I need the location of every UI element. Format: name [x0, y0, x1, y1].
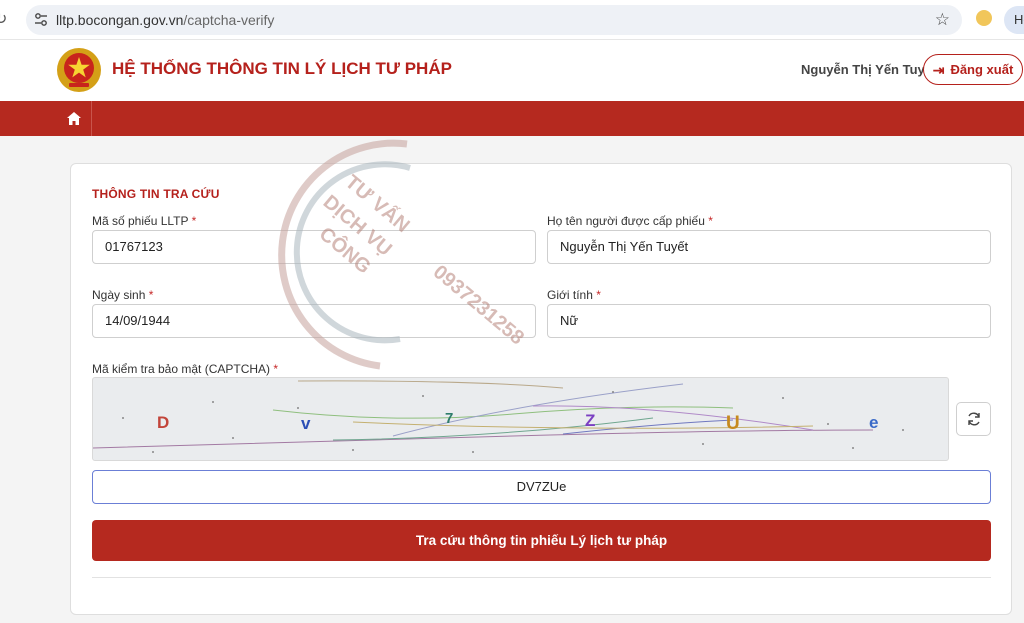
dob-label: Ngày sinh * [92, 288, 154, 302]
gender-select[interactable]: Nữ [547, 304, 991, 338]
logout-label: Đăng xuất [950, 62, 1014, 77]
lookup-form-card: THÔNG TIN TRA CỨU Mã số phiếu LLTP * 017… [70, 163, 1012, 615]
site-settings-icon[interactable] [34, 12, 48, 28]
site-title: HỆ THỐNG THÔNG TIN LÝ LỊCH TƯ PHÁP [112, 59, 452, 78]
captcha-char: D [157, 413, 169, 432]
captcha-image: D v 7 Z U e [92, 377, 949, 461]
captcha-char: U [726, 413, 740, 434]
profile-chip[interactable]: Ho [1004, 6, 1024, 34]
url-text[interactable]: lltp.bocongan.gov.vn/captcha-verify [56, 12, 274, 28]
nav-home[interactable] [57, 101, 92, 136]
section-title: THÔNG TIN TRA CỨU [92, 187, 220, 201]
address-bar[interactable]: lltp.bocongan.gov.vn/captcha-verify ☆ [26, 5, 962, 35]
captcha-char: e [869, 413, 878, 432]
captcha-label: Mã kiểm tra bảo mật (CAPTCHA) * [92, 362, 279, 376]
user-name: Nguyễn Thị Yến Tuyết [801, 62, 937, 77]
national-emblem-icon [57, 48, 101, 92]
ticket-code-label: Mã số phiếu LLTP * [92, 214, 197, 228]
site-header: HỆ THỐNG THÔNG TIN LÝ LỊCH TƯ PHÁP Nguyễ… [0, 40, 1024, 101]
browser-toolbar: ↻ lltp.bocongan.gov.vn/captcha-verify ☆ … [0, 0, 1024, 40]
captcha-input[interactable]: DV7ZUe [92, 470, 991, 504]
full-name-label: Họ tên người được cấp phiếu * [547, 214, 713, 228]
gender-label: Giới tính * [547, 288, 601, 302]
captcha-char: 7 [445, 410, 453, 427]
captcha-refresh-button[interactable] [956, 402, 991, 436]
dob-input[interactable]: 14/09/1944 [92, 304, 536, 338]
divider [92, 577, 991, 578]
reload-icon[interactable]: ↻ [0, 10, 14, 30]
extension-icon[interactable] [976, 10, 992, 26]
bookmark-star-icon[interactable]: ☆ [935, 10, 950, 30]
full-name-input[interactable]: Nguyễn Thị Yến Tuyết [547, 230, 991, 264]
lookup-submit-button[interactable]: Tra cứu thông tin phiếu Lý lịch tư pháp [92, 520, 991, 561]
url-path: /captcha-verify [183, 12, 275, 28]
captcha-char: v [301, 414, 311, 433]
ticket-code-input[interactable]: 01767123 [92, 230, 536, 264]
captcha-char: Z [585, 411, 595, 430]
refresh-icon [967, 412, 980, 426]
logout-button[interactable]: ⇥ Đăng xuất [923, 54, 1023, 85]
logout-icon: ⇥ [932, 61, 945, 78]
captcha-noise: D v 7 Z U e [93, 380, 904, 453]
home-icon [67, 112, 81, 125]
main-navbar [0, 101, 1024, 136]
url-host: lltp.bocongan.gov.vn [56, 12, 184, 28]
